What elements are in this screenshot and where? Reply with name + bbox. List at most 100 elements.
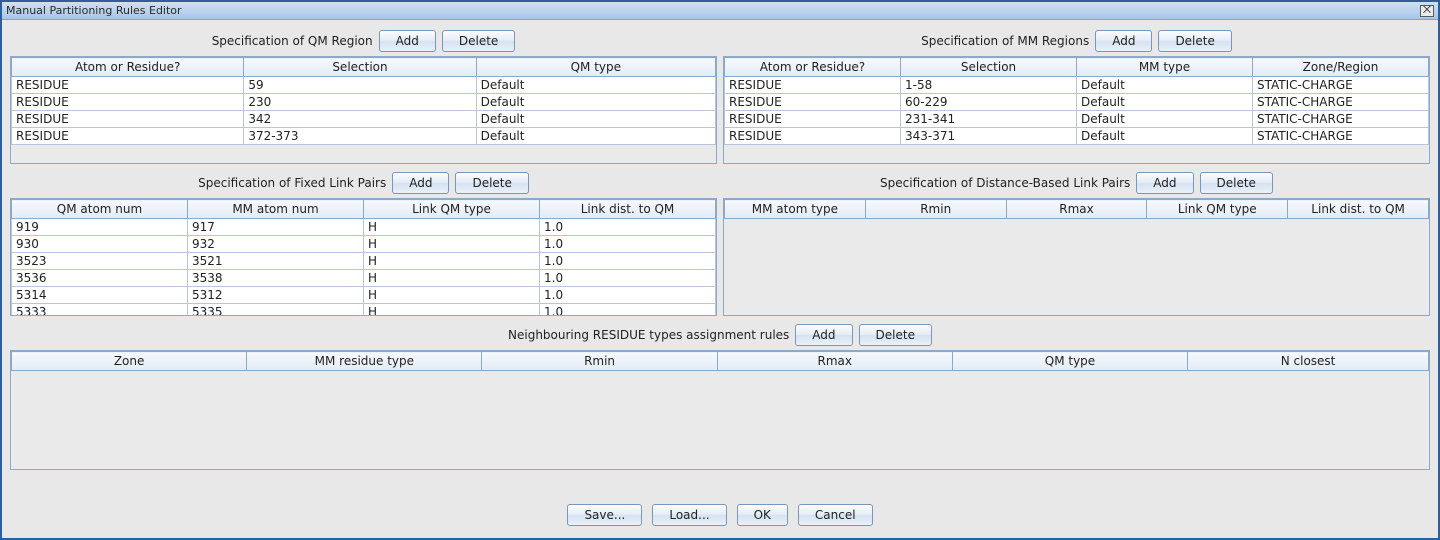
table-row[interactable]: 53145312H1.0: [12, 287, 716, 304]
table-cell[interactable]: Default: [1077, 94, 1253, 111]
dist-link-delete-button[interactable]: Delete: [1200, 172, 1273, 194]
table-row[interactable]: RESIDUE343-371DefaultSTATIC-CHARGE: [725, 128, 1429, 145]
table-cell[interactable]: RESIDUE: [12, 111, 244, 128]
neighbour-add-button[interactable]: Add: [795, 324, 852, 346]
table-cell[interactable]: 5335: [188, 304, 364, 316]
save-button[interactable]: Save...: [567, 504, 642, 526]
table-cell[interactable]: 5314: [12, 287, 188, 304]
table-cell[interactable]: STATIC-CHARGE: [1253, 111, 1429, 128]
table-cell[interactable]: H: [364, 287, 540, 304]
table-row[interactable]: RESIDUE372-373Default: [12, 128, 716, 145]
table-cell[interactable]: H: [364, 304, 540, 316]
table-cell[interactable]: 1-58: [901, 77, 1077, 94]
table-cell[interactable]: H: [364, 236, 540, 253]
table-cell[interactable]: STATIC-CHARGE: [1253, 128, 1429, 145]
table-cell[interactable]: H: [364, 253, 540, 270]
table-cell[interactable]: Default: [476, 111, 715, 128]
table-cell[interactable]: 1.0: [540, 219, 716, 236]
table-cell[interactable]: 3523: [12, 253, 188, 270]
table-cell[interactable]: 5312: [188, 287, 364, 304]
table-row[interactable]: RESIDUE59Default: [12, 77, 716, 94]
table-cell[interactable]: 1.0: [540, 253, 716, 270]
table-cell[interactable]: RESIDUE: [12, 128, 244, 145]
table-row[interactable]: 919917H1.0: [12, 219, 716, 236]
table-row[interactable]: 53335335H1.0: [12, 304, 716, 316]
table-cell[interactable]: 3521: [188, 253, 364, 270]
column-header[interactable]: Zone: [12, 352, 247, 371]
column-header[interactable]: Link QM type: [1147, 200, 1288, 219]
column-header[interactable]: MM atom type: [725, 200, 866, 219]
column-header[interactable]: MM atom num: [188, 200, 364, 219]
column-header[interactable]: QM type: [476, 58, 715, 77]
table-row[interactable]: 35363538H1.0: [12, 270, 716, 287]
table-cell[interactable]: 3538: [188, 270, 364, 287]
table-cell[interactable]: 5333: [12, 304, 188, 316]
table-cell[interactable]: RESIDUE: [12, 77, 244, 94]
column-header[interactable]: Rmin: [865, 200, 1006, 219]
column-header[interactable]: Selection: [901, 58, 1077, 77]
table-cell[interactable]: RESIDUE: [12, 94, 244, 111]
dist-link-table[interactable]: MM atom typeRminRmaxLink QM typeLink dis…: [724, 199, 1429, 219]
neighbour-table[interactable]: ZoneMM residue typeRminRmaxQM typeN clos…: [11, 351, 1429, 371]
fixed-link-delete-button[interactable]: Delete: [455, 172, 528, 194]
table-cell[interactable]: Default: [1077, 111, 1253, 128]
column-header[interactable]: Rmin: [482, 352, 717, 371]
mm-regions-add-button[interactable]: Add: [1095, 30, 1152, 52]
table-cell[interactable]: H: [364, 270, 540, 287]
table-row[interactable]: 35233521H1.0: [12, 253, 716, 270]
table-row[interactable]: RESIDUE60-229DefaultSTATIC-CHARGE: [725, 94, 1429, 111]
table-cell[interactable]: 932: [188, 236, 364, 253]
table-cell[interactable]: 230: [244, 94, 476, 111]
table-cell[interactable]: Default: [1077, 77, 1253, 94]
table-row[interactable]: RESIDUE230Default: [12, 94, 716, 111]
table-cell[interactable]: Default: [476, 94, 715, 111]
fixed-link-table[interactable]: QM atom numMM atom numLink QM typeLink d…: [11, 199, 716, 315]
mm-regions-delete-button[interactable]: Delete: [1158, 30, 1231, 52]
dist-link-add-button[interactable]: Add: [1136, 172, 1193, 194]
load-button[interactable]: Load...: [652, 504, 726, 526]
table-cell[interactable]: 3536: [12, 270, 188, 287]
table-cell[interactable]: STATIC-CHARGE: [1253, 94, 1429, 111]
cancel-button[interactable]: Cancel: [798, 504, 873, 526]
table-cell[interactable]: 1.0: [540, 287, 716, 304]
table-row[interactable]: RESIDUE1-58DefaultSTATIC-CHARGE: [725, 77, 1429, 94]
ok-button[interactable]: OK: [737, 504, 788, 526]
column-header[interactable]: N closest: [1188, 352, 1429, 371]
table-row[interactable]: RESIDUE231-341DefaultSTATIC-CHARGE: [725, 111, 1429, 128]
table-cell[interactable]: Default: [476, 128, 715, 145]
table-cell[interactable]: STATIC-CHARGE: [1253, 77, 1429, 94]
close-icon[interactable]: ⨉: [1420, 5, 1434, 17]
mm-regions-table[interactable]: Atom or Residue?SelectionMM typeZone/Reg…: [724, 57, 1429, 145]
titlebar[interactable]: Manual Partitioning Rules Editor ⨉: [2, 2, 1438, 20]
table-cell[interactable]: 919: [12, 219, 188, 236]
table-cell[interactable]: RESIDUE: [725, 94, 901, 111]
table-cell[interactable]: 343-371: [901, 128, 1077, 145]
qm-region-delete-button[interactable]: Delete: [442, 30, 515, 52]
column-header[interactable]: Rmax: [717, 352, 952, 371]
table-cell[interactable]: 231-341: [901, 111, 1077, 128]
column-header[interactable]: QM type: [952, 352, 1187, 371]
table-cell[interactable]: RESIDUE: [725, 77, 901, 94]
table-cell[interactable]: 1.0: [540, 304, 716, 316]
qm-region-table[interactable]: Atom or Residue?SelectionQM type RESIDUE…: [11, 57, 716, 145]
table-cell[interactable]: 917: [188, 219, 364, 236]
column-header[interactable]: Selection: [244, 58, 476, 77]
column-header[interactable]: Atom or Residue?: [725, 58, 901, 77]
qm-region-add-button[interactable]: Add: [379, 30, 436, 52]
table-cell[interactable]: RESIDUE: [725, 111, 901, 128]
table-cell[interactable]: 930: [12, 236, 188, 253]
column-header[interactable]: QM atom num: [12, 200, 188, 219]
table-cell[interactable]: RESIDUE: [725, 128, 901, 145]
fixed-link-add-button[interactable]: Add: [392, 172, 449, 194]
column-header[interactable]: Atom or Residue?: [12, 58, 244, 77]
table-cell[interactable]: Default: [476, 77, 715, 94]
table-cell[interactable]: 60-229: [901, 94, 1077, 111]
table-cell[interactable]: 1.0: [540, 236, 716, 253]
column-header[interactable]: Link dist. to QM: [540, 200, 716, 219]
table-cell[interactable]: 1.0: [540, 270, 716, 287]
column-header[interactable]: Link dist. to QM: [1288, 200, 1429, 219]
column-header[interactable]: Link QM type: [364, 200, 540, 219]
column-header[interactable]: MM type: [1077, 58, 1253, 77]
table-row[interactable]: 930932H1.0: [12, 236, 716, 253]
table-cell[interactable]: 342: [244, 111, 476, 128]
